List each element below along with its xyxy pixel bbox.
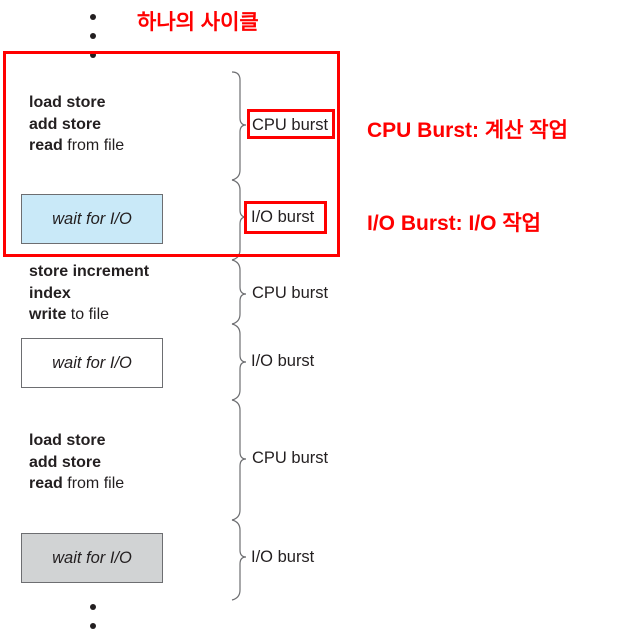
io-burst-annotation: I/O Burst: I/O 작업 <box>367 212 541 235</box>
brace-cpu-2 <box>231 259 247 325</box>
cpu-burst-highlight-frame <box>247 109 335 139</box>
brace-io-2 <box>231 323 247 401</box>
brace-cpu-3 <box>231 399 247 521</box>
cpu-burst-annotation: CPU Burst: 계산 작업 <box>367 119 568 142</box>
brace-io-3 <box>231 519 247 601</box>
io-burst-highlight-frame <box>244 201 327 234</box>
